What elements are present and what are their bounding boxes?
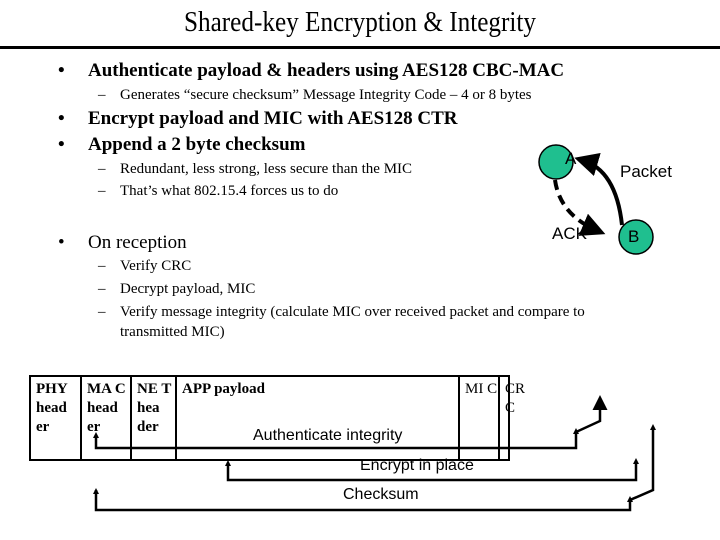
title-divider bbox=[0, 46, 720, 49]
bullet-marker: • bbox=[58, 108, 65, 129]
sub-bullet-verify-integrity: Verify message integrity (calculate MIC … bbox=[120, 304, 585, 320]
sub-bullet-verify-crc: Verify CRC bbox=[120, 258, 192, 274]
bullet-append-checksum: Append a 2 byte checksum bbox=[88, 134, 306, 155]
slide-title: Shared-key Encryption & Integrity bbox=[183, 7, 537, 38]
dash-marker: – bbox=[98, 161, 106, 177]
dash-marker: – bbox=[98, 304, 106, 320]
dash-marker: – bbox=[98, 183, 106, 199]
bullet-marker: • bbox=[58, 134, 65, 155]
packet-label: Packet bbox=[620, 162, 672, 181]
bullet-authenticate: Authenticate payload & headers using AES… bbox=[88, 60, 565, 81]
packet-arrow bbox=[574, 153, 624, 226]
ack-label: ACK bbox=[552, 224, 587, 243]
sub-bullet-verify-integrity-cont: transmitted MIC) bbox=[120, 324, 225, 340]
sub-bullet-redundant: Redundant, less strong, less secure than… bbox=[120, 161, 413, 177]
encrypt-in-place-label: Encrypt in place bbox=[360, 457, 474, 474]
sub-bullet-generates: Generates “secure checksum” Message Inte… bbox=[120, 87, 532, 103]
bullet-marker: • bbox=[58, 60, 65, 81]
bullet-marker: • bbox=[58, 232, 65, 253]
dash-marker: – bbox=[98, 258, 106, 274]
node-a-label: A bbox=[565, 149, 577, 168]
bullet-encrypt: Encrypt payload and MIC with AES128 CTR bbox=[88, 108, 458, 129]
dash-marker: – bbox=[98, 87, 106, 103]
node-b-label: B bbox=[628, 227, 640, 246]
bullet-on-reception: On reception bbox=[88, 232, 187, 253]
sub-bullet-802154: That’s what 802.15.4 forces us to do bbox=[120, 183, 339, 199]
packet-ack-diagram bbox=[538, 144, 654, 255]
coverage-brackets bbox=[93, 395, 656, 512]
dash-marker: – bbox=[98, 281, 106, 297]
checksum-label: Checksum bbox=[343, 486, 419, 503]
sub-bullet-decrypt: Decrypt payload, MIC bbox=[120, 281, 256, 297]
authenticate-integrity-label: Authenticate integrity bbox=[253, 427, 403, 444]
